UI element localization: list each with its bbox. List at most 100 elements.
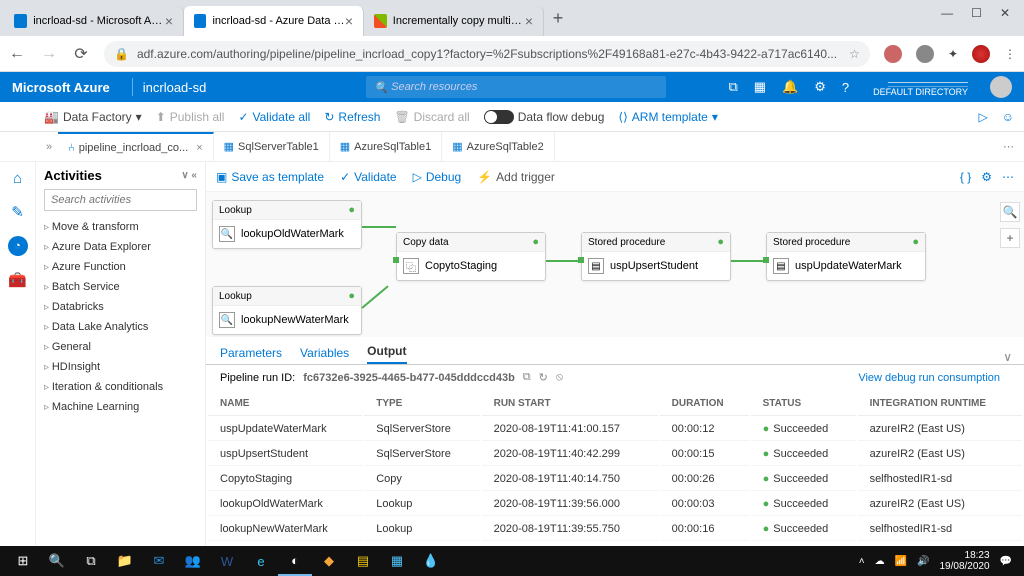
onedrive-icon[interactable]: ☁	[875, 556, 885, 567]
search-canvas-icon[interactable]: 🔍	[1000, 202, 1020, 222]
account-info[interactable]: ________________ DEFAULT DIRECTORY	[873, 77, 968, 97]
table-row[interactable]: lookupOldWaterMarkLookup2020-08-19T11:39…	[208, 493, 1022, 516]
col-type[interactable]: TYPE	[364, 392, 479, 416]
activity-group[interactable]: Move & transform	[44, 217, 197, 237]
author-icon[interactable]: ✎	[8, 202, 28, 222]
browser-tab-active[interactable]: incrload-sd - Azure Data Facto ×	[184, 6, 364, 36]
wifi-icon[interactable]: 📶	[895, 556, 907, 567]
more-icon[interactable]: ⋯	[1002, 170, 1014, 184]
dataflow-debug-toggle[interactable]: Data flow debug	[484, 110, 605, 124]
settings-icon[interactable]: ⚙	[814, 79, 826, 95]
cloud-shell-icon[interactable]: ⧉	[728, 79, 737, 95]
azure-storage-icon[interactable]: ▦	[380, 546, 414, 576]
activity-group[interactable]: Iteration & conditionals	[44, 377, 197, 397]
col-status[interactable]: STATUS	[751, 392, 856, 416]
lookup-old-node[interactable]: Lookup● 🔍lookupOldWaterMark	[212, 200, 362, 249]
validate-all-button[interactable]: ✓ Validate all	[238, 110, 310, 124]
save-template-button[interactable]: ▣ Save as template	[216, 170, 324, 184]
portal-search[interactable]: 🔍 Search resources	[366, 76, 666, 98]
context-name[interactable]: incrload-sd	[143, 80, 207, 95]
ssms-icon[interactable]: ▤	[346, 546, 380, 576]
sp-watermark-node[interactable]: Stored procedure● ▤uspUpdateWaterMark	[766, 232, 926, 281]
lookup-new-node[interactable]: Lookup● 🔍lookupNewWaterMark	[212, 286, 362, 335]
reload-button[interactable]: ⟳	[72, 44, 90, 64]
view-consumption-link[interactable]: View debug run consumption	[858, 372, 1000, 384]
dataset-tab[interactable]: ▦AzureSqlTable2	[442, 132, 554, 161]
parameters-tab[interactable]: Parameters	[220, 346, 282, 364]
zoom-in-button[interactable]: +	[1000, 228, 1020, 248]
activity-group[interactable]: Data Lake Analytics	[44, 317, 197, 337]
tab-close-icon[interactable]: ×	[345, 13, 353, 29]
validate-button[interactable]: ✓ Validate	[340, 170, 397, 184]
task-view-icon[interactable]: ⧉	[74, 546, 108, 576]
factory-dropdown[interactable]: 🏭 Data Factory ▾	[44, 110, 142, 124]
col-runtime[interactable]: INTEGRATION RUNTIME	[858, 392, 1022, 416]
chrome-icon[interactable]: ◐	[278, 546, 312, 576]
search-taskbar-icon[interactable]: 🔍	[40, 546, 74, 576]
maximize-button[interactable]: ☐	[971, 6, 982, 20]
table-row[interactable]: CopytoStagingCopy2020-08-19T11:40:14.750…	[208, 468, 1022, 491]
notifications-icon[interactable]: 🔔	[782, 79, 798, 95]
activity-group[interactable]: Databricks	[44, 297, 197, 317]
teams-icon[interactable]: 👥	[176, 546, 210, 576]
user-avatar-icon[interactable]	[990, 76, 1012, 98]
word-icon[interactable]: W	[210, 546, 244, 576]
sp-upsert-node[interactable]: Stored procedure● ▤uspUpsertStudent	[581, 232, 731, 281]
clock[interactable]: 18:2319/08/2020	[939, 550, 989, 572]
activities-search-input[interactable]	[44, 189, 197, 211]
col-duration[interactable]: DURATION	[660, 392, 749, 416]
app-icon[interactable]: ◆	[312, 546, 346, 576]
activity-group[interactable]: Batch Service	[44, 277, 197, 297]
address-bar[interactable]: 🔒 adf.azure.com/authoring/pipeline/pipel…	[104, 41, 870, 67]
start-button[interactable]: ⊞	[6, 546, 40, 576]
activity-group[interactable]: Azure Data Explorer	[44, 237, 197, 257]
activity-group[interactable]: Machine Learning	[44, 397, 197, 417]
activity-group[interactable]: Azure Function	[44, 257, 197, 277]
explorer-icon[interactable]: 📁	[108, 546, 142, 576]
variables-tab[interactable]: Variables	[300, 346, 349, 364]
feedback-icon[interactable]: ☺	[1002, 110, 1014, 124]
tab-close-icon[interactable]: ×	[525, 13, 533, 29]
add-trigger-button[interactable]: ⚡ Add trigger	[477, 170, 555, 184]
directory-filter-icon[interactable]: ▦	[754, 79, 766, 95]
dataset-tab[interactable]: ▦SqlServerTable1	[214, 132, 330, 161]
star-icon[interactable]: ☆	[849, 47, 860, 61]
publish-all-button[interactable]: ⬆ Publish all	[156, 110, 225, 124]
col-name[interactable]: NAME	[208, 392, 362, 416]
volume-icon[interactable]: 🔊	[917, 556, 929, 567]
dataset-tab[interactable]: ▦AzureSqlTable1	[330, 132, 442, 161]
connector-handle[interactable]	[763, 257, 769, 263]
copy-icon[interactable]: ⧉	[523, 371, 531, 384]
collapse-output-icon[interactable]: ∨	[1003, 350, 1012, 364]
refresh-run-icon[interactable]: ↻	[539, 371, 548, 384]
table-row[interactable]: lookupNewWaterMarkLookup2020-08-19T11:39…	[208, 518, 1022, 541]
cancel-run-icon[interactable]: ⦸	[556, 371, 563, 384]
tray-chevron-icon[interactable]: ˄	[859, 556, 865, 567]
minimize-button[interactable]: —	[941, 6, 953, 20]
back-button[interactable]: ←	[8, 45, 26, 63]
help-icon[interactable]: ?	[842, 80, 849, 95]
forward-button[interactable]: →	[40, 45, 58, 63]
refresh-button[interactable]: ↻ Refresh	[324, 110, 380, 124]
pipeline-canvas[interactable]: Lookup● 🔍lookupOldWaterMark Lookup● 🔍loo…	[206, 192, 1024, 337]
table-row[interactable]: uspUpdateWaterMarkSqlServerStore2020-08-…	[208, 418, 1022, 441]
pipeline-tab[interactable]: ⑃pipeline_incrload_co...×	[58, 132, 214, 161]
outlook-icon[interactable]: ✉	[142, 546, 176, 576]
menu-button[interactable]: ⋮	[1004, 47, 1016, 61]
profile-avatar[interactable]	[972, 45, 990, 63]
close-button[interactable]: ✕	[1000, 6, 1010, 20]
output-tab[interactable]: Output	[367, 344, 406, 364]
connector-handle[interactable]	[393, 257, 399, 263]
new-tab-button[interactable]: +	[544, 8, 572, 29]
notifications-tray-icon[interactable]: 💬	[1000, 556, 1012, 567]
extension-icon[interactable]	[916, 45, 934, 63]
monitor-icon[interactable]: ◔	[8, 236, 28, 256]
activity-group[interactable]: HDInsight	[44, 357, 197, 377]
connector-handle[interactable]	[578, 257, 584, 263]
browser-tab[interactable]: Incrementally copy multiple ta ×	[364, 6, 544, 36]
tab-close-icon[interactable]: ×	[165, 13, 173, 29]
browser-tab[interactable]: incrload-sd - Microsoft Azure ×	[4, 6, 184, 36]
col-start[interactable]: RUN START	[482, 392, 658, 416]
table-row[interactable]: uspUpsertStudentSqlServerStore2020-08-19…	[208, 443, 1022, 466]
more-tabs-icon[interactable]: ⋯	[1003, 140, 1014, 153]
